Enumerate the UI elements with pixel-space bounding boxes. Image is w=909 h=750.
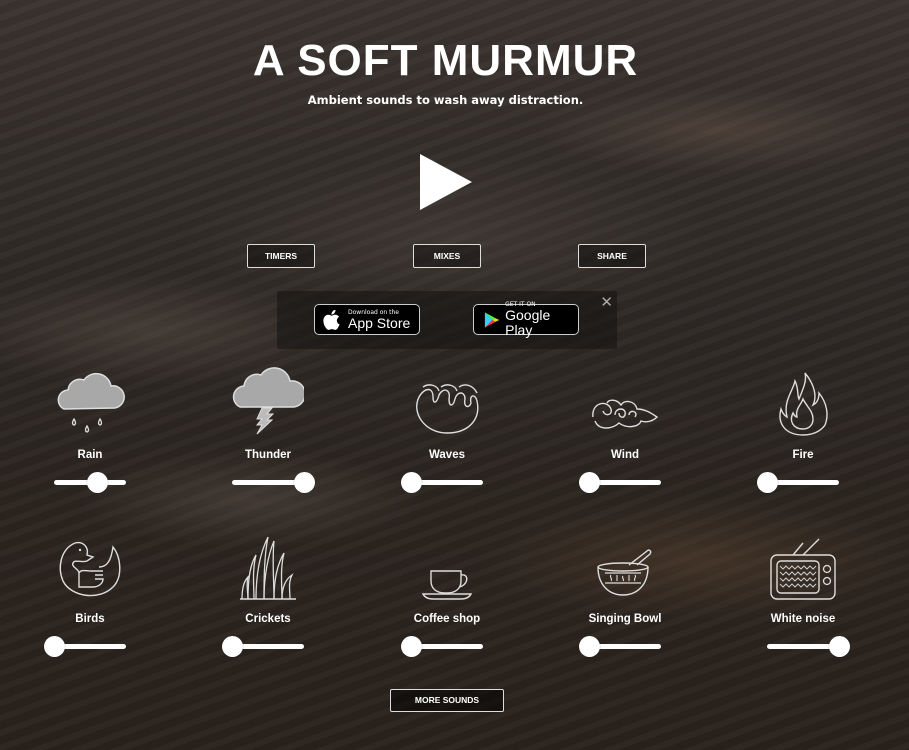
sound-label: Rain	[77, 449, 103, 461]
sound-crickets: Crickets	[208, 531, 328, 657]
sound-label: Birds	[75, 613, 105, 625]
grass-icon[interactable]	[208, 531, 328, 601]
timers-button[interactable]: TIMERS	[247, 244, 315, 268]
volume-slider-wind[interactable]	[579, 472, 661, 493]
rain-cloud-icon[interactable]	[30, 367, 150, 437]
sound-waves: Waves	[387, 367, 507, 493]
slider-thumb[interactable]	[294, 472, 315, 493]
singing-bowl-icon[interactable]	[565, 531, 685, 601]
sound-coffee-shop: Coffee shop	[387, 531, 507, 657]
sound-birds: Birds	[30, 531, 150, 657]
volume-slider-singing-bowl[interactable]	[579, 636, 661, 657]
sound-label: Crickets	[245, 613, 291, 625]
page-title: A SOFT MURMUR	[252, 36, 639, 85]
sound-fire: Fire	[743, 367, 863, 493]
fire-icon[interactable]	[743, 367, 863, 437]
slider-thumb[interactable]	[87, 472, 109, 493]
coffee-cup-icon[interactable]	[387, 531, 507, 601]
sound-wind: Wind	[565, 367, 685, 493]
slider-thumb[interactable]	[401, 636, 422, 657]
share-button[interactable]: SHARE	[578, 244, 646, 268]
waves-icon[interactable]	[387, 367, 507, 437]
sound-singing-bowl: Singing Bowl	[565, 531, 685, 657]
sound-label: Wind	[611, 449, 639, 461]
volume-slider-white-noise[interactable]	[767, 636, 850, 657]
volume-slider-waves[interactable]	[401, 472, 483, 493]
slider-thumb[interactable]	[829, 636, 850, 657]
sound-label: Coffee shop	[413, 613, 481, 625]
app-store-big-text: App Store	[348, 314, 411, 331]
volume-slider-crickets[interactable]	[222, 636, 304, 657]
bird-icon[interactable]	[30, 531, 150, 601]
close-banner-button[interactable]: ✕	[600, 293, 613, 311]
slider-thumb[interactable]	[757, 472, 778, 493]
volume-slider-birds[interactable]	[44, 636, 126, 657]
volume-slider-rain[interactable]	[54, 472, 126, 493]
sound-label: White noise	[770, 613, 836, 625]
more-sounds-button[interactable]: MORE SOUNDS	[390, 689, 504, 712]
slider-thumb[interactable]	[222, 636, 243, 657]
sound-rain: Rain	[30, 367, 150, 493]
slider-thumb[interactable]	[579, 472, 600, 493]
sound-white-noise: White noise	[743, 531, 863, 657]
google-play-icon	[484, 311, 500, 328]
sound-label: Waves	[428, 449, 465, 461]
volume-slider-coffee-shop[interactable]	[401, 636, 483, 657]
app-store-badge[interactable]: Download on the App Store	[314, 304, 420, 335]
page-subtitle: Ambient sounds to wash away distraction.	[307, 93, 584, 107]
volume-slider-fire[interactable]	[757, 472, 839, 493]
sound-label: Singing Bowl	[588, 613, 662, 625]
sound-label: Fire	[792, 449, 814, 461]
mixes-button[interactable]: MIXES	[413, 244, 481, 268]
wind-icon[interactable]	[565, 367, 685, 437]
google-play-big-text: Google Play	[505, 307, 551, 338]
app-download-banner: Download on the App Store GET IT ON Goog…	[277, 291, 617, 349]
google-play-badge[interactable]: GET IT ON Google Play	[473, 301, 579, 338]
apple-icon	[323, 309, 340, 330]
slider-thumb[interactable]	[44, 636, 65, 657]
slider-thumb[interactable]	[401, 472, 422, 493]
tv-icon[interactable]	[743, 531, 863, 601]
sound-label: Thunder	[245, 449, 291, 461]
thunder-cloud-icon[interactable]	[208, 367, 328, 437]
volume-slider-thunder[interactable]	[232, 472, 315, 493]
slider-thumb[interactable]	[579, 636, 600, 657]
sound-thunder: Thunder	[208, 367, 328, 493]
play-button[interactable]	[420, 154, 472, 210]
